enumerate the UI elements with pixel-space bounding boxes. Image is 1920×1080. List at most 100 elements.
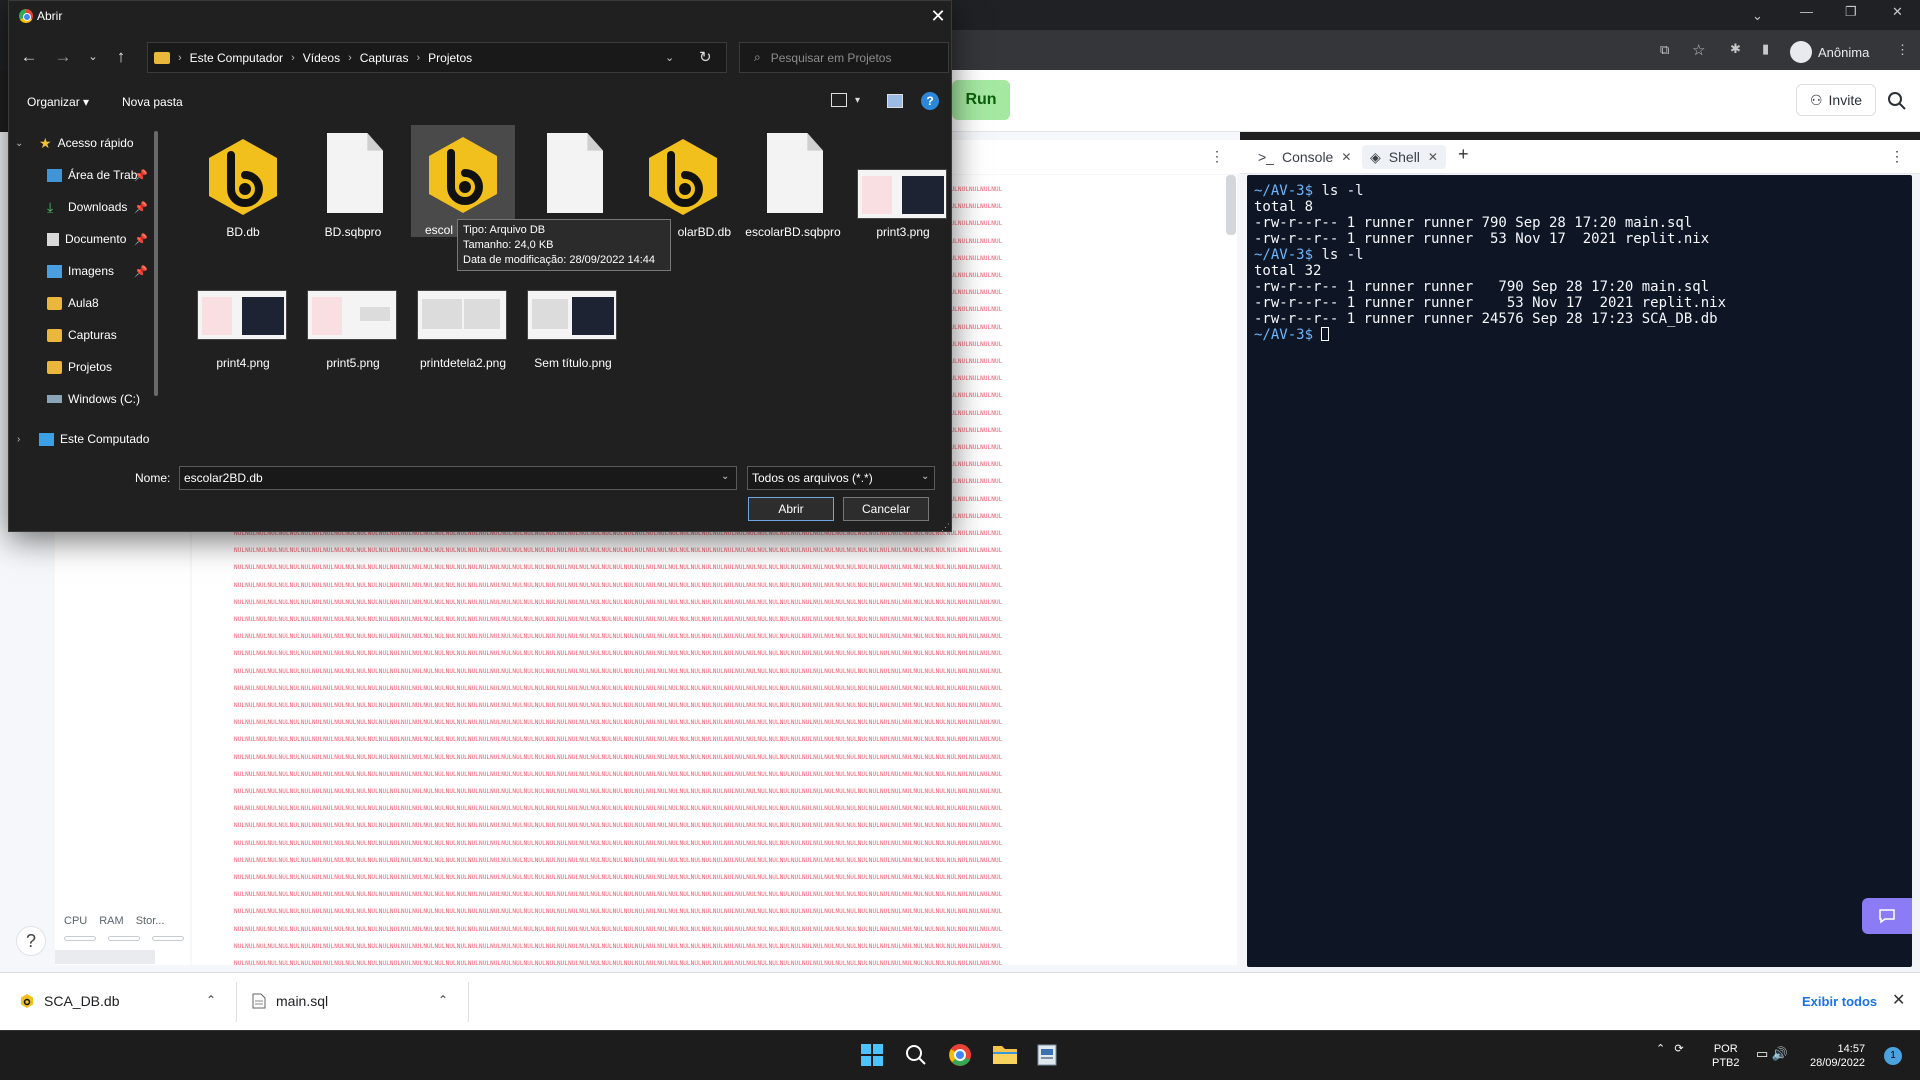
filename-history-chevron-icon[interactable]: ⌄ (721, 471, 729, 482)
file-item[interactable]: BD.sqbpro (301, 127, 405, 239)
browser-menu-icon[interactable]: ⋮ (1896, 42, 1909, 58)
clock[interactable]: 14:57 28/09/2022 (1810, 1042, 1865, 1070)
network-volume-icons[interactable]: ▭ 🔊 (1756, 1046, 1788, 1062)
chevron-right-icon[interactable]: › (17, 434, 31, 445)
nav-item-images[interactable]: Imagens 📌 (9, 259, 154, 283)
sidebar-scrollbar[interactable] (55, 950, 155, 964)
chevron-up-icon[interactable]: ⌃ (438, 993, 448, 1007)
tab-console[interactable]: >_ Console ✕ (1250, 145, 1359, 169)
start-windows-icon[interactable] (860, 1043, 886, 1067)
nav-item-windows-c[interactable]: Windows (C:) (9, 387, 154, 411)
navigation-pane: ⌄ ★ Acesso rápido Área de Trab 📌 ⤓ Downl… (9, 125, 161, 455)
invite-button[interactable]: ⚇ Invite (1796, 84, 1876, 116)
console-menu-icon[interactable]: ⋮ (1890, 148, 1904, 165)
editor-menu-icon[interactable]: ⋮ (1210, 148, 1224, 165)
bookmark-star-icon[interactable]: ☆ (1692, 41, 1705, 59)
tab-search-chevron-icon[interactable]: ⌄ (1752, 8, 1763, 24)
download-item[interactable]: SCA_DB.db (20, 990, 119, 1012)
shell-icon: ◈ (1370, 148, 1381, 165)
nav-item-documents[interactable]: Documento 📌 (9, 227, 154, 251)
storage-label: Stor... (135, 915, 165, 927)
organize-menu-button[interactable]: Organizar ▾ (27, 95, 89, 109)
search-icon[interactable] (1886, 90, 1908, 112)
breadcrumb-este-computador[interactable]: Este Computador (190, 51, 283, 65)
chevron-down-icon[interactable]: ⌄ (921, 471, 929, 482)
add-tab-icon[interactable]: + (1458, 144, 1469, 165)
nav-item-capturas[interactable]: Capturas (9, 323, 154, 347)
breadcrumb-projetos[interactable]: Projetos (428, 51, 472, 65)
chevron-up-icon[interactable]: ⌃ (206, 993, 216, 1007)
tab-shell[interactable]: ◈ Shell ✕ (1362, 145, 1446, 169)
change-view-icon[interactable] (831, 93, 847, 107)
window-close-button[interactable]: ✕ (1892, 4, 1903, 20)
file-item[interactable]: Sem título.png (521, 265, 625, 375)
close-downloads-icon[interactable]: ✕ (1892, 990, 1905, 1010)
download-item[interactable]: main.sql (252, 990, 328, 1012)
side-panel-icon[interactable]: ▮ (1762, 41, 1769, 57)
filename-input[interactable] (179, 466, 737, 490)
folder-search-input[interactable]: ⌕ Pesquisar em Projetos (739, 42, 949, 73)
recent-locations-icon[interactable]: ⌄ (83, 47, 103, 67)
cancel-button[interactable]: Cancelar (843, 497, 929, 521)
minimize-button[interactable]: — (1800, 4, 1813, 19)
view-options-chevron-icon[interactable]: ▾ (855, 95, 860, 106)
file-item[interactable]: print5.png (301, 265, 405, 375)
pin-icon: 📌 (134, 201, 148, 214)
file-item[interactable]: print3.png (851, 127, 955, 239)
file-explorer-icon[interactable] (992, 1043, 1018, 1067)
extensions-icon[interactable]: ✱ (1730, 41, 1741, 57)
chat-button[interactable] (1862, 898, 1912, 934)
breadcrumb-capturas[interactable]: Capturas (360, 51, 409, 65)
dialog-close-button[interactable]: ✕ (927, 5, 949, 27)
open-button[interactable]: Abrir (748, 497, 834, 521)
nav-item-desktop[interactable]: Área de Trab 📌 (9, 163, 154, 187)
db-browser-icon (429, 137, 497, 213)
close-icon[interactable]: ✕ (1341, 150, 1351, 164)
back-arrow-icon[interactable]: ← (19, 47, 39, 67)
system-tray-icons[interactable]: ⌃ ⟳ (1656, 1042, 1684, 1055)
open-file-dialog: Abrir ✕ ← → ⌄ ↑ › Este Computador › Víde… (8, 0, 952, 532)
show-all-downloads-link[interactable]: Exibir todos (1802, 994, 1877, 1009)
help-button[interactable]: ? (16, 926, 46, 956)
restore-button[interactable]: ❐ (1845, 4, 1857, 20)
terminal[interactable]: ~/AV-3$ ls -l total 8 -rw-r--r-- 1 runner … (1247, 175, 1912, 967)
up-arrow-icon[interactable]: ↑ (111, 47, 131, 67)
file-item[interactable]: escolarBD.sqbpro (741, 127, 845, 239)
language-indicator[interactable]: POR PTB2 (1712, 1042, 1740, 1070)
address-bar[interactable]: › Este Computador › Vídeos › Capturas › … (147, 42, 727, 73)
star-icon: ★ (39, 134, 52, 151)
chrome-icon[interactable] (948, 1043, 974, 1067)
file-type-select[interactable]: Todos os arquivos (*.*) (747, 466, 935, 490)
run-button[interactable]: Run (952, 80, 1010, 120)
incognito-profile-chip[interactable]: Anônima (1790, 40, 1869, 64)
nav-item-projetos[interactable]: Projetos (9, 355, 154, 379)
address-history-chevron-icon[interactable]: ⌄ (665, 51, 674, 64)
breadcrumb-videos[interactable]: Vídeos (303, 51, 340, 65)
forward-arrow-icon[interactable]: → (53, 47, 73, 67)
navigation-scrollbar[interactable] (154, 131, 158, 396)
file-item[interactable]: printdetela2.png (411, 265, 515, 375)
chevron-down-icon[interactable]: ⌄ (15, 138, 29, 149)
download-filename: SCA_DB.db (44, 993, 120, 1009)
nav-item-quick-access[interactable]: ⌄ ★ Acesso rápido (9, 131, 154, 155)
nav-item-aula8[interactable]: Aula8 (9, 291, 154, 315)
new-folder-button[interactable]: Nova pasta (122, 95, 183, 109)
file-item[interactable]: print4.png (191, 265, 295, 375)
resize-grip-icon[interactable]: ⋰ (941, 522, 950, 533)
help-icon[interactable]: ? (921, 92, 939, 110)
nav-item-downloads[interactable]: ⤓ Downloads 📌 (9, 195, 154, 219)
install-icon[interactable]: ⧉ (1660, 42, 1669, 58)
editor-line: NULNULNULNULNULNULNULNULNULNULNULNULNULN… (234, 668, 1003, 675)
app-icon[interactable] (1036, 1043, 1062, 1067)
preview-pane-icon[interactable] (887, 94, 903, 108)
profile-label: Anônima (1818, 44, 1870, 60)
file-item[interactable]: BD.db (191, 127, 295, 239)
terminal-line: -rw-r--r-- 1 runner runner 24576 Sep 28 … (1254, 311, 1912, 327)
refresh-icon[interactable]: ↻ (699, 48, 712, 66)
notification-badge[interactable]: 1 (1884, 1047, 1902, 1065)
nav-label: Área de Trab (68, 168, 138, 182)
search-icon[interactable] (904, 1043, 930, 1067)
close-icon[interactable]: ✕ (1428, 150, 1438, 164)
editor-scrollbar[interactable] (1226, 175, 1236, 235)
nav-item-this-pc[interactable]: › Este Computado (9, 427, 154, 451)
